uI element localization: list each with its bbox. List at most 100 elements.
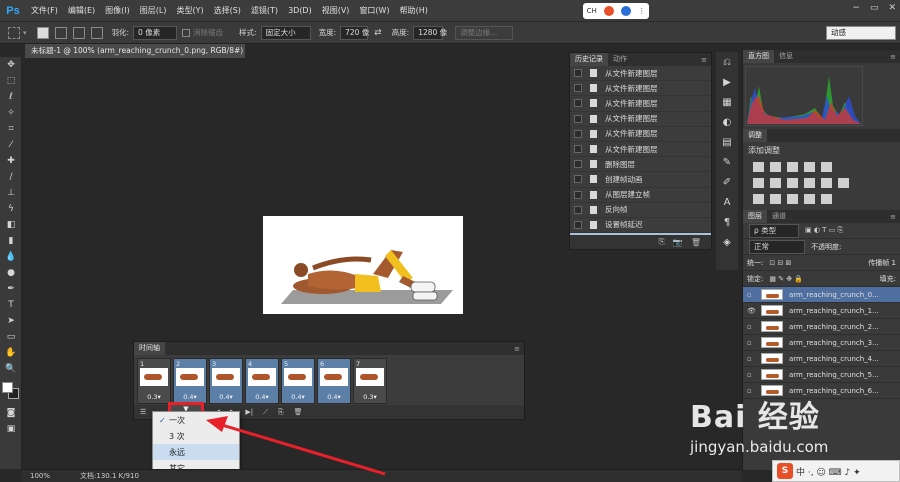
eye-icon[interactable]: 👁 bbox=[747, 307, 757, 315]
gradient-map-icon[interactable] bbox=[804, 194, 815, 204]
color-lookup-icon[interactable] bbox=[838, 178, 849, 188]
history-item[interactable]: 从文件新建图层 bbox=[570, 96, 711, 112]
tab-adjustments[interactable]: 调整 bbox=[743, 129, 767, 142]
animation-frame[interactable]: 5 0.4▾ bbox=[281, 358, 315, 404]
duplicate-frame-icon[interactable]: ⎘ bbox=[278, 408, 284, 417]
pen-tool-icon[interactable]: ✒ bbox=[0, 281, 22, 297]
tab-actions[interactable]: 动作 bbox=[608, 53, 632, 66]
swatches-panel-icon[interactable]: ▦ bbox=[716, 92, 738, 112]
lock-icons[interactable]: ▦ ✎ ✥ 🔒 bbox=[769, 275, 803, 283]
selective-color-icon[interactable] bbox=[821, 194, 832, 204]
color-balance-icon[interactable] bbox=[770, 178, 781, 188]
history-item[interactable]: 从文件新建图层 bbox=[570, 66, 711, 82]
styles-panel-icon[interactable]: ▤ bbox=[716, 132, 738, 152]
next-frame-icon[interactable]: ▶| bbox=[245, 408, 253, 416]
system-tray[interactable]: CH ⋮ bbox=[583, 3, 649, 19]
canvas-image[interactable] bbox=[263, 216, 463, 314]
history-item[interactable]: 从图层建立帧 bbox=[570, 188, 711, 203]
hidden-eye-icon[interactable]: ▫ bbox=[747, 371, 757, 379]
panel-menu-icon[interactable]: ≡ bbox=[890, 53, 900, 61]
tool-preset-chevron-icon[interactable]: ▾ bbox=[23, 29, 27, 37]
tab-histogram[interactable]: 直方图 bbox=[743, 50, 774, 63]
move-tool-icon[interactable]: ✥ bbox=[0, 57, 22, 73]
history-item[interactable]: 从文件新建图层 bbox=[570, 112, 711, 127]
path-select-icon[interactable]: ➤ bbox=[0, 313, 22, 329]
eraser-icon[interactable]: ◧ bbox=[0, 217, 22, 233]
document-tab[interactable]: 未标题-1 @ 100% (arm_reaching_crunch_0.png,… bbox=[25, 44, 245, 58]
marquee-tool-icon[interactable] bbox=[8, 26, 20, 39]
zoom-tool-icon[interactable]: 🔍 bbox=[0, 361, 22, 377]
screen-mode-icon[interactable]: ▣ bbox=[0, 421, 22, 437]
dodge-tool-icon[interactable]: ● bbox=[0, 265, 22, 281]
propagate-frame-checkbox[interactable]: 传播帧 1 bbox=[868, 258, 900, 268]
menu-image[interactable]: 图像(I) bbox=[100, 5, 135, 16]
shape-tool-icon[interactable]: ▭ bbox=[0, 329, 22, 345]
magic-wand-icon[interactable]: ✧ bbox=[0, 105, 22, 121]
actions-panel-icon[interactable]: ▶ bbox=[716, 72, 738, 92]
3d-panel-icon[interactable]: ◈ bbox=[716, 232, 738, 252]
loop-option[interactable]: 永远 bbox=[153, 444, 239, 460]
menu-file[interactable]: 文件(F) bbox=[26, 5, 63, 16]
hidden-eye-icon[interactable]: ▫ bbox=[747, 323, 757, 331]
maximize-icon[interactable]: ▭ bbox=[870, 3, 879, 13]
brush-presets-icon[interactable]: ✐ bbox=[716, 172, 738, 192]
hue-saturation-icon[interactable] bbox=[753, 178, 764, 188]
layer-row[interactable]: ▫ arm_reaching_crunch_5... bbox=[743, 367, 900, 383]
sogou-icon[interactable] bbox=[603, 6, 614, 16]
foreground-color-swatch[interactable] bbox=[2, 382, 13, 393]
snapshot-icon[interactable]: 📷 bbox=[673, 238, 683, 247]
panel-menu-icon[interactable]: ≡ bbox=[890, 213, 900, 221]
tray-menu-icon[interactable]: ⋮ bbox=[638, 7, 645, 15]
antialias-checkbox[interactable] bbox=[182, 28, 191, 37]
menu-window[interactable]: 窗口(W) bbox=[354, 5, 394, 16]
hidden-eye-icon[interactable]: ▫ bbox=[747, 339, 757, 347]
history-snapshot-checkbox[interactable] bbox=[574, 205, 582, 214]
quick-mask-icon[interactable]: ◙ bbox=[0, 405, 22, 421]
paragraph-panel-icon[interactable]: ¶ bbox=[716, 212, 738, 232]
character-panel-icon[interactable]: A bbox=[716, 192, 738, 212]
history-snapshot-checkbox[interactable] bbox=[574, 145, 582, 154]
minimize-icon[interactable]: − bbox=[852, 3, 860, 13]
history-item[interactable]: 删除图层 bbox=[570, 157, 711, 173]
layer-row[interactable]: ▫ arm_reaching_crunch_2... bbox=[743, 319, 900, 335]
animation-frame[interactable]: 1 0.3▾ bbox=[137, 358, 171, 404]
layer-kind-select[interactable]: ρ 类型 bbox=[749, 223, 799, 238]
unify-icons[interactable]: ⊡ ⊟ ⊠ bbox=[769, 259, 791, 267]
animation-frame[interactable]: 6 0.4▾ bbox=[317, 358, 351, 404]
history-snapshot-checkbox[interactable] bbox=[574, 220, 582, 229]
hidden-eye-icon[interactable]: ▫ bbox=[747, 355, 757, 363]
channel-mixer-icon[interactable] bbox=[821, 178, 832, 188]
blur-tool-icon[interactable]: 💧 bbox=[0, 249, 22, 265]
delete-frame-icon[interactable]: 🗑 bbox=[294, 408, 303, 416]
tab-timeline[interactable]: 时间轴 bbox=[134, 342, 165, 355]
workspace-select[interactable]: 动感 bbox=[826, 26, 896, 40]
color-swatches[interactable] bbox=[0, 377, 22, 405]
menu-edit[interactable]: 编辑(E) bbox=[63, 5, 100, 16]
menu-view[interactable]: 视图(V) bbox=[317, 5, 355, 16]
curves-icon[interactable] bbox=[787, 162, 798, 172]
history-snapshot-checkbox[interactable] bbox=[574, 129, 582, 138]
animation-frame[interactable]: 2 0.4▾ bbox=[173, 358, 207, 404]
frame-delay-select[interactable]: 0.3▾ bbox=[354, 393, 386, 401]
frame-delay-select[interactable]: 0.4▾ bbox=[318, 393, 350, 401]
crop-tool-icon[interactable]: ⌗ bbox=[0, 121, 22, 137]
loop-option[interactable]: 3 次 bbox=[153, 428, 239, 444]
history-snapshot-checkbox[interactable] bbox=[574, 69, 582, 78]
color-panel-icon[interactable]: ◐ bbox=[716, 112, 738, 132]
history-item[interactable]: 反向帧 bbox=[570, 203, 711, 218]
filter-icons[interactable]: ▣ ◐ T ▭ ⎘ bbox=[805, 226, 843, 235]
gradient-icon[interactable]: ▮ bbox=[0, 233, 22, 249]
new-document-from-state-icon[interactable]: ⎘ bbox=[658, 237, 664, 247]
frame-delay-select[interactable]: 0.3▾ bbox=[138, 393, 170, 401]
posterize-icon[interactable] bbox=[770, 194, 781, 204]
blend-mode-select[interactable]: 正常 bbox=[749, 239, 805, 254]
frame-delay-select[interactable]: 0.4▾ bbox=[246, 393, 278, 401]
history-snapshot-checkbox[interactable] bbox=[574, 84, 582, 93]
healing-brush-icon[interactable]: ✚ bbox=[0, 153, 22, 169]
history-item[interactable]: 从文件新建图层 bbox=[570, 127, 711, 142]
feather-input[interactable]: 0 像素 bbox=[133, 25, 178, 40]
height-input[interactable]: 1280 像 bbox=[413, 25, 447, 40]
frame-delay-select[interactable]: 0.4▾ bbox=[210, 393, 242, 401]
frame-delay-select[interactable]: 0.4▾ bbox=[282, 393, 314, 401]
clone-stamp-icon[interactable]: ⊥ bbox=[0, 185, 22, 201]
